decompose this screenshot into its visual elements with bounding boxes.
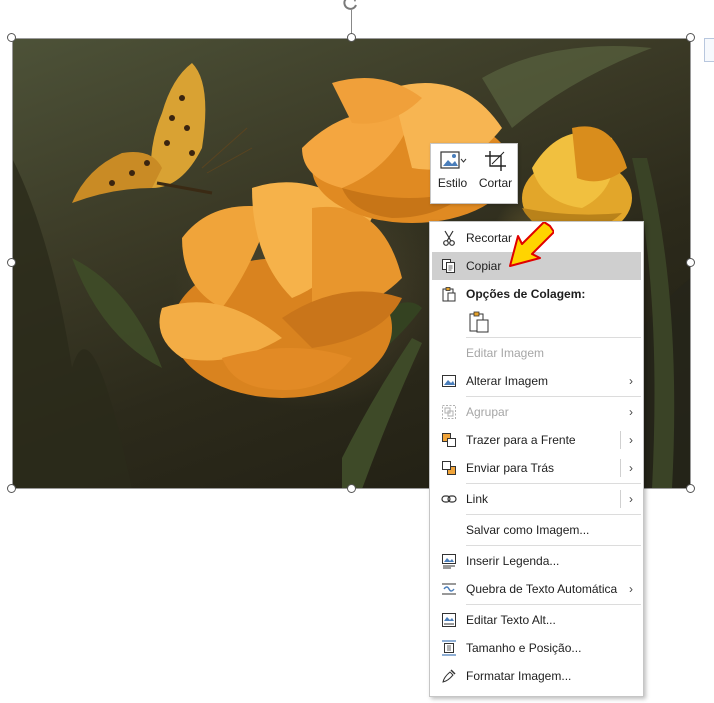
menu-item-link[interactable]: Link › (432, 485, 641, 513)
chevron-right-icon[interactable]: › (620, 490, 641, 508)
menu-item-paste-options: Opções de Colagem: (432, 280, 641, 308)
resize-handle-top-right[interactable] (686, 33, 695, 42)
format-picture-icon (432, 668, 466, 684)
paste-options-row (430, 308, 643, 336)
crop-icon (484, 151, 506, 171)
menu-label-group: Agrupar (466, 405, 509, 419)
menu-separator (466, 604, 641, 605)
menu-item-group[interactable]: Agrupar › (432, 398, 641, 426)
menu-item-size-position[interactable]: Tamanho e Posição... (432, 634, 641, 662)
menu-separator (466, 396, 641, 397)
menu-label-edit-image: Editar Imagem (466, 346, 545, 360)
style-button[interactable]: Estilo (431, 144, 474, 203)
resize-handle-bottom[interactable] (347, 484, 356, 493)
clipboard-icon (432, 286, 466, 302)
crop-label: Cortar (478, 176, 513, 190)
link-icon (432, 491, 466, 507)
chevron-right-icon: › (629, 582, 633, 596)
mini-toolbar: Estilo Cortar (430, 143, 518, 204)
wrap-text-icon (432, 581, 466, 597)
resize-handle-top[interactable] (347, 33, 356, 42)
menu-item-insert-caption[interactable]: Inserir Legenda... (432, 547, 641, 575)
menu-separator (466, 337, 641, 338)
menu-label-wrap-text: Quebra de Texto Automática (466, 582, 618, 596)
menu-label-send-back: Enviar para Trás (466, 461, 555, 475)
menu-label-format-image: Formatar Imagem... (466, 669, 572, 683)
context-menu: Recortar Copiar Opções de Colagem: Edita… (429, 221, 644, 697)
menu-separator (466, 483, 641, 484)
menu-item-save-image[interactable]: Salvar como Imagem... (432, 516, 641, 544)
menu-separator (466, 514, 641, 515)
style-label: Estilo (437, 176, 468, 190)
menu-label-size-position: Tamanho e Posição... (466, 641, 582, 655)
send-backward-icon (432, 460, 466, 476)
crop-button[interactable]: Cortar (474, 144, 517, 203)
menu-label-link: Link (466, 492, 489, 506)
menu-item-send-back[interactable]: Enviar para Trás › (432, 454, 641, 482)
menu-label-insert-caption: Inserir Legenda... (466, 554, 560, 568)
chevron-right-icon[interactable]: › (620, 431, 641, 449)
menu-item-change-image[interactable]: Alterar Imagem › (432, 367, 641, 395)
butterfly (72, 63, 253, 203)
change-picture-icon (432, 373, 466, 389)
resize-handle-left[interactable] (7, 258, 16, 267)
alt-text-icon (432, 612, 466, 628)
resize-handle-bottom-left[interactable] (7, 484, 16, 493)
menu-item-edit-alt-text[interactable]: Editar Texto Alt... (432, 606, 641, 634)
chevron-right-icon: › (629, 405, 633, 419)
menu-label-save-image: Salvar como Imagem... (466, 523, 590, 537)
chevron-right-icon: › (629, 374, 633, 388)
menu-item-format-image[interactable]: Formatar Imagem... (432, 662, 641, 690)
group-icon (432, 404, 466, 420)
resize-handle-top-left[interactable] (7, 33, 16, 42)
chevron-right-icon[interactable]: › (620, 459, 641, 477)
bring-forward-icon (432, 432, 466, 448)
menu-label-edit-alt-text: Editar Texto Alt... (466, 613, 556, 627)
size-position-icon (432, 640, 466, 656)
menu-item-bring-front[interactable]: Trazer para a Frente › (432, 426, 641, 454)
resize-handle-right[interactable] (686, 258, 695, 267)
copy-icon (432, 258, 466, 274)
resize-handle-bottom-right[interactable] (686, 484, 695, 493)
rotate-icon[interactable] (342, 0, 360, 12)
layout-options-icon[interactable] (704, 38, 714, 62)
caption-icon (432, 553, 466, 569)
menu-item-edit-image[interactable]: Editar Imagem (432, 339, 641, 367)
paste-keep-source-icon[interactable] (468, 310, 490, 334)
menu-separator (466, 545, 641, 546)
menu-item-wrap-text[interactable]: Quebra de Texto Automática › (432, 575, 641, 603)
menu-label-change-image: Alterar Imagem (466, 374, 549, 388)
menu-label-bring-front: Trazer para a Frente (466, 433, 576, 447)
menu-label-paste-options: Opções de Colagem: (466, 287, 586, 301)
scissors-icon (432, 230, 466, 246)
picture-style-icon (439, 151, 466, 169)
callout-arrow-icon (509, 222, 554, 267)
